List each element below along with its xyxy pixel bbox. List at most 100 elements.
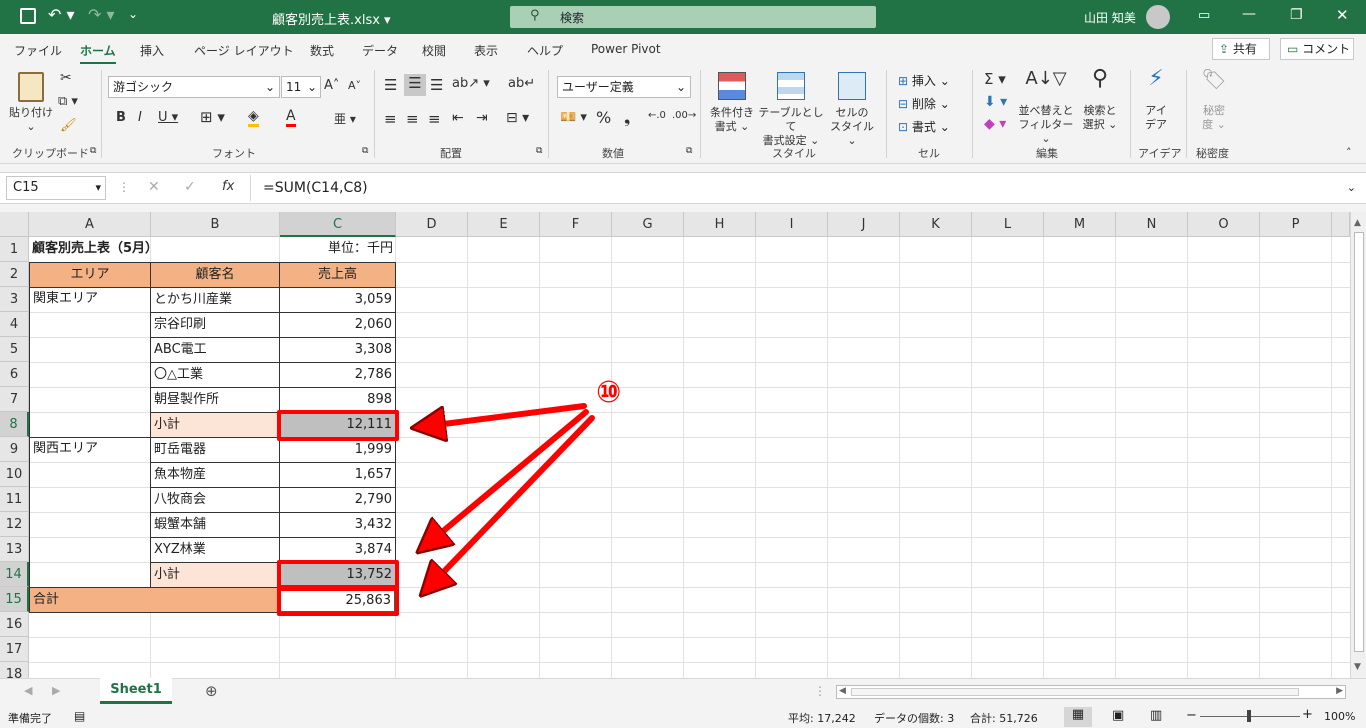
tab-formulas[interactable]: 数式 [310,42,334,59]
cut-icon[interactable]: ✂ [60,70,72,86]
clear-icon[interactable]: ◆ ▾ [984,116,1006,132]
sensitivity-button[interactable]: 🏷 秘密 度 ⌄ [1194,69,1234,132]
grow-font-icon[interactable]: A˄ [324,78,339,93]
paste-button[interactable]: 貼り付け ⌄ [8,72,54,134]
tab-review[interactable]: 校閲 [422,42,446,59]
font-name-select[interactable]: 游ゴシック ⌄ [108,76,280,98]
name-box[interactable]: C15 ▾ [6,176,106,200]
zoom-out-icon[interactable]: − [1186,708,1197,723]
tab-home[interactable]: ホーム [80,42,116,65]
autosum-icon[interactable]: Σ ▾ [984,70,1006,88]
save-icon[interactable] [20,8,36,24]
zoom-slider-thumb[interactable] [1247,710,1251,722]
ideas-button[interactable]: ⚡ アイ デア [1138,68,1174,132]
vertical-scrollbar[interactable]: ▲ ▼ [1350,212,1366,678]
scroll-right-icon[interactable]: ▶ [1336,686,1343,696]
increase-decimal-icon[interactable]: ←.0 [648,110,666,121]
scroll-down-icon[interactable]: ▼ [1354,662,1361,672]
user-name[interactable]: 山田 知美 [1084,9,1136,26]
decrease-decimal-icon[interactable]: .00→ [672,110,696,121]
number-format-select[interactable]: ユーザー定義 ⌄ [557,76,691,98]
decrease-indent-icon[interactable]: ⇤ [452,110,464,126]
fill-icon[interactable]: ⬇ ▾ [984,94,1007,110]
tab-help[interactable]: ヘルプ [527,42,563,59]
formula-input[interactable]: =SUM(C14,C8) ⌄ [250,175,1360,201]
undo-icon[interactable]: ↶ ▾ [48,5,75,24]
font-color-icon[interactable]: A [286,108,296,127]
minimize-icon[interactable]: — [1242,6,1256,22]
redo-icon[interactable]: ↷ ▾ [88,5,115,24]
conditional-format-button[interactable]: 条件付き 書式 ⌄ [706,72,758,134]
tab-insert[interactable]: 挿入 [140,42,164,59]
borders-icon[interactable]: ⊞ ▾ [200,108,225,126]
merge-center-icon[interactable]: ⊟ ▾ [506,110,529,126]
find-select-button[interactable]: ⚲ 検索と 選択 ⌄ [1078,68,1122,132]
scroll-thumb[interactable] [1354,232,1364,652]
worksheet-grid[interactable]: A B C D E F G H I J K L M N O P 1 2 3 4 … [0,212,1366,678]
sheet-tab-sheet1[interactable]: Sheet1 [100,678,172,704]
zoom-slider[interactable] [1200,710,1300,722]
increase-indent-icon[interactable]: ⇥ [476,110,488,126]
shrink-font-icon[interactable]: A˅ [348,79,361,92]
accounting-format-icon[interactable]: 💴 ▾ [560,110,587,125]
dialog-launcher-icon[interactable]: ⧉ [686,146,692,156]
italic-icon[interactable]: I [138,110,142,125]
tab-view[interactable]: 表示 [474,42,498,59]
comma-style-icon[interactable]: ❟ [624,108,630,128]
tab-page-layout[interactable]: ページ レイアウト [194,42,294,59]
search-box[interactable]: ⚲ 検索 [510,6,876,28]
bold-icon[interactable]: B [116,110,126,125]
format-painter-icon[interactable]: 🖌 [60,118,77,133]
page-layout-view-icon[interactable]: ▣ [1112,708,1124,723]
split-handle-icon[interactable]: ⋮ [814,684,826,698]
close-icon[interactable]: ✕ [1336,6,1349,24]
scroll-up-icon[interactable]: ▲ [1354,218,1361,228]
copy-icon[interactable]: ⧉ ▾ [58,94,78,109]
cell-styles-button[interactable]: セルの スタイル ⌄ [826,72,878,148]
customize-qat-icon[interactable]: ⌄ [128,7,138,21]
accessibility-icon[interactable]: ▤ [74,709,85,723]
prev-sheet-icon[interactable]: ◀ [24,684,32,697]
collapse-ribbon-icon[interactable]: ˄ [1346,146,1352,159]
comment-button[interactable]: ▭ コメント [1280,38,1354,60]
zoom-level[interactable]: 100% [1324,710,1355,723]
horizontal-scrollbar[interactable]: ◀ ▶ [836,685,1346,699]
scroll-left-icon[interactable]: ◀ [839,686,846,696]
next-sheet-icon[interactable]: ▶ [52,684,60,697]
align-middle-icon[interactable]: ☰ [404,74,426,96]
add-sheet-icon[interactable]: ⊕ [205,682,218,700]
expand-formula-icon[interactable]: ⌄ [1347,175,1356,201]
font-size-select[interactable]: 11 ⌄ [281,76,321,98]
format-as-table-button[interactable]: テーブルとして 書式設定 ⌄ [758,72,824,148]
avatar[interactable] [1146,5,1170,29]
cancel-icon[interactable]: ✕ [148,179,160,195]
scroll-thumb[interactable] [851,688,1299,696]
fill-color-icon[interactable]: ◈ [248,108,259,127]
share-button[interactable]: ⇪ 共有 [1212,38,1270,60]
tab-data[interactable]: データ [362,42,398,59]
align-top-icon[interactable]: ☰ [384,76,397,94]
align-left-icon[interactable]: ≡ [384,110,397,128]
underline-icon[interactable]: U ▾ [158,110,178,125]
phonetic-icon[interactable]: 亜 ▾ [334,110,356,127]
wrap-text-icon[interactable]: ab↵ [508,76,535,91]
format-cells-button[interactable]: ⊡ 書式 ⌄ [898,118,950,135]
ribbon-display-icon[interactable]: ▭ [1198,8,1210,23]
dialog-launcher-icon[interactable]: ⧉ [536,146,542,156]
normal-view-icon[interactable]: ▦ [1064,707,1092,727]
zoom-in-icon[interactable]: + [1302,707,1313,722]
tab-power-pivot[interactable]: Power Pivot [591,42,661,56]
enter-icon[interactable]: ✓ [184,179,196,195]
sort-filter-button[interactable]: A↓▽ 並べ替えと フィルター ⌄ [1018,70,1074,146]
page-break-view-icon[interactable]: ▥ [1150,708,1162,723]
align-center-icon[interactable]: ≡ [406,110,419,128]
dialog-launcher-icon[interactable]: ⧉ [362,146,368,156]
orientation-icon[interactable]: ab↗ ▾ [452,76,490,91]
restore-icon[interactable]: ❐ [1290,7,1303,23]
insert-cells-button[interactable]: ⊞ 挿入 ⌄ [898,72,950,89]
tab-file[interactable]: ファイル [14,42,62,59]
insert-function-icon[interactable]: fx [222,179,234,194]
percent-icon[interactable]: % [596,108,611,127]
delete-cells-button[interactable]: ⊟ 削除 ⌄ [898,95,950,112]
align-bottom-icon[interactable]: ☰ [430,76,443,94]
